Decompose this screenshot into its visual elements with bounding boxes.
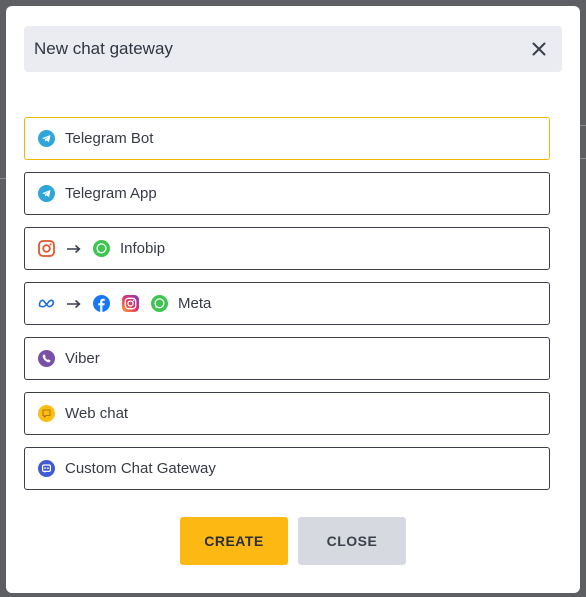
facebook-icon (93, 295, 110, 312)
dialog-title: New chat gateway (34, 39, 173, 58)
option-label: Custom Chat Gateway (65, 460, 216, 477)
close-icon[interactable] (528, 38, 550, 60)
whatsapp-icon (93, 240, 110, 257)
new-chat-gateway-dialog: New chat gateway Telegram Bot Telegram A… (6, 6, 580, 593)
option-telegram-bot[interactable]: Telegram Bot (24, 117, 550, 160)
option-meta[interactable]: Meta (24, 282, 550, 325)
viber-icon (38, 350, 55, 367)
gateway-options-list: Telegram Bot Telegram App Infobip Meta V… (24, 117, 550, 502)
instagram-icon (38, 240, 55, 257)
arrow-right-icon (67, 244, 81, 254)
meta-icon (38, 295, 55, 312)
close-button[interactable]: CLOSE (298, 517, 406, 565)
web-chat-icon (38, 405, 55, 422)
option-label: Infobip (120, 240, 166, 257)
option-web-chat[interactable]: Web chat (24, 392, 550, 435)
option-custom-chat-gateway[interactable]: Custom Chat Gateway (24, 447, 550, 490)
option-telegram-app[interactable]: Telegram App (24, 172, 550, 215)
telegram-icon (38, 130, 55, 147)
option-label: Web chat (65, 405, 129, 422)
option-label: Viber (65, 350, 100, 367)
custom-gateway-icon (38, 460, 55, 477)
option-label: Telegram App (65, 185, 157, 202)
instagram-icon (122, 295, 139, 312)
option-infobip[interactable]: Infobip (24, 227, 550, 270)
option-viber[interactable]: Viber (24, 337, 550, 380)
arrow-right-icon (67, 299, 81, 309)
dialog-actions: CREATE CLOSE (180, 517, 406, 565)
option-label: Meta (178, 295, 212, 312)
option-label: Telegram Bot (65, 130, 154, 147)
create-button[interactable]: CREATE (180, 517, 288, 565)
dialog-header: New chat gateway (24, 26, 562, 72)
whatsapp-icon (151, 295, 168, 312)
telegram-icon (38, 185, 55, 202)
